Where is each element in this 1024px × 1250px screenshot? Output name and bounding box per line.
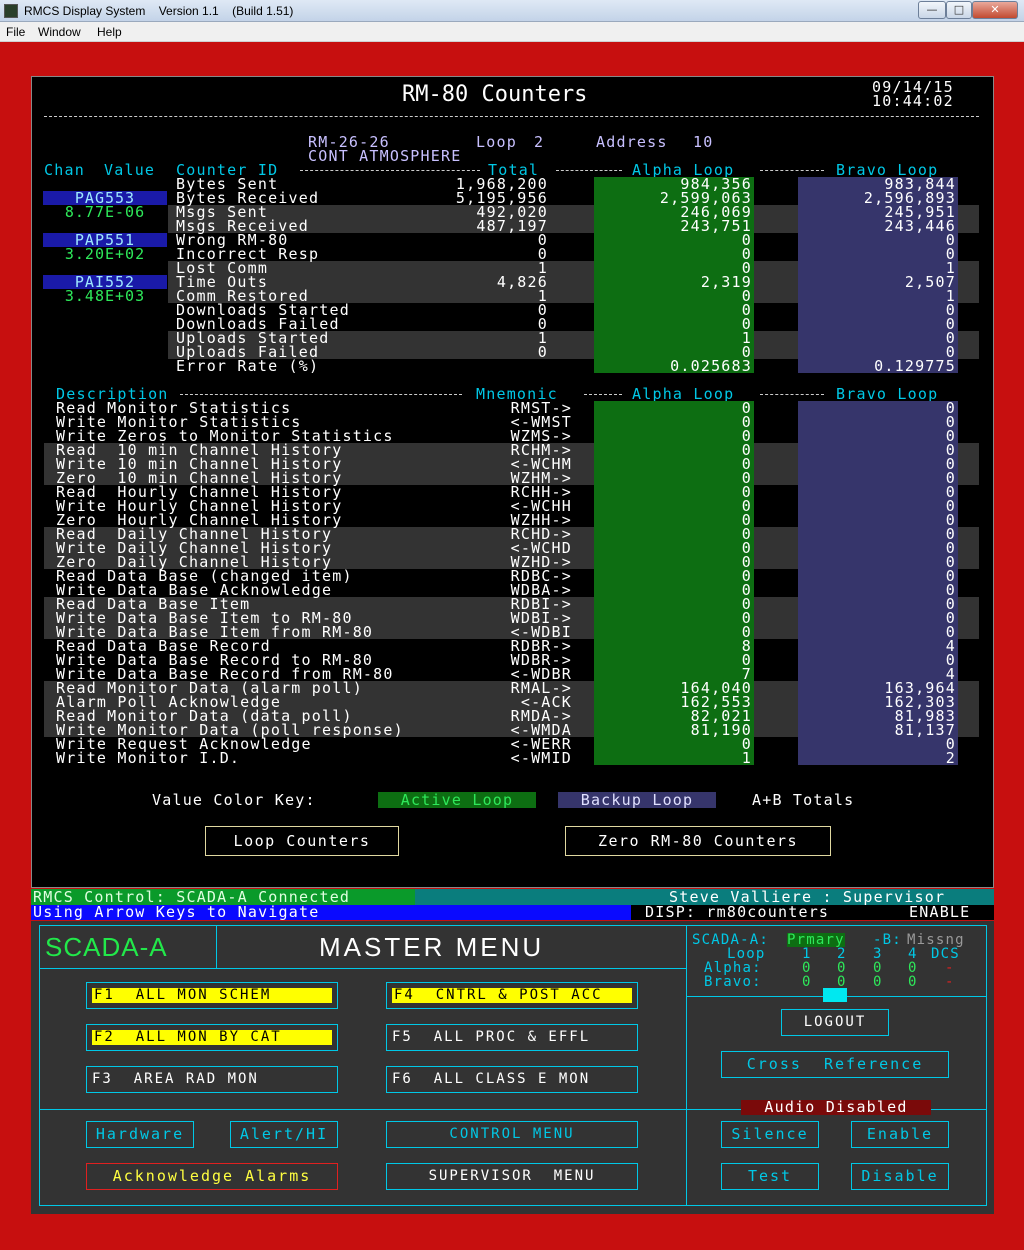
f1-all-mon-schem-button[interactable]: F1 ALL MON SCHEM <box>86 982 338 1009</box>
f5-all-proc-effl-button[interactable]: F5 ALL PROC & EFFL <box>386 1024 638 1051</box>
page-title: RM-80 Counters <box>402 82 588 107</box>
maximize-icon[interactable]: □ <box>946 1 972 19</box>
status-bar-nav: Using Arrow Keys to Navigate DISP: rm80c… <box>31 905 994 920</box>
alpha-loop-val: 0 <box>873 960 883 976</box>
menu-file[interactable]: File <box>6 25 25 39</box>
bravo-loop-val: 0 <box>837 974 847 990</box>
window-titlebar: RMCS Display System Version 1.1 (Build 1… <box>0 0 1024 22</box>
channel-value: 8.77E-06 <box>64 203 146 221</box>
f2-label: F2 ALL MON BY CAT <box>92 1030 332 1045</box>
f1-label: F1 ALL MON SCHEM <box>92 988 332 1003</box>
menu-help[interactable]: Help <box>97 25 122 39</box>
alpha-loop-val: - <box>945 960 955 976</box>
loop-value: 2 <box>534 133 545 151</box>
chan-header: Chan <box>44 161 85 179</box>
loop-num: 4 <box>908 946 918 962</box>
minimize-icon[interactable]: — <box>918 1 946 19</box>
menu-window[interactable]: Window <box>38 25 81 39</box>
color-key-label: Value Color Key: <box>152 791 316 809</box>
test-button[interactable]: Test <box>721 1163 819 1190</box>
device-description: CONT ATMOSPHERE <box>308 147 462 165</box>
address-label: Address <box>596 133 668 151</box>
nav-hint: Using Arrow Keys to Navigate <box>33 903 320 921</box>
loop-num: DCS <box>931 946 960 962</box>
bravo-row-label: Bravo: <box>704 974 762 990</box>
logout-button[interactable]: LOGOUT <box>781 1009 889 1036</box>
alpha-loop-val: 0 <box>908 960 918 976</box>
scada-a-label: SCADA-A: <box>692 932 770 948</box>
divider <box>180 394 462 395</box>
control-status: RMCS Control: SCADA-A Connected <box>33 888 351 906</box>
scada-label: SCADA-A <box>45 932 168 962</box>
bravo-loop-val: - <box>945 974 955 990</box>
menubar: File Window Help <box>0 22 1024 42</box>
user-status: Steve Valliere : Supervisor <box>669 888 946 906</box>
alpha-loop-val: 0 <box>802 960 812 976</box>
f6-all-class-e-mon-button[interactable]: F6 ALL CLASS E MON <box>386 1066 638 1093</box>
divider <box>300 170 480 171</box>
scada-a-state: Prmary <box>787 932 845 948</box>
loop-num: 2 <box>837 946 847 962</box>
divider <box>760 394 824 395</box>
f4-cntrl-post-acc-button[interactable]: F4 CNTRL & POST ACC <box>386 982 638 1009</box>
bravo-loop-val: 0 <box>873 974 883 990</box>
backup-loop-key: Backup Loop <box>558 792 716 808</box>
alpha-header-2: Alpha Loop <box>632 385 735 403</box>
counter-alpha: 0.025683 <box>670 357 752 375</box>
time-display: 10:44:02 <box>872 92 954 110</box>
master-menu-title: MASTER MENU <box>319 932 545 962</box>
control-menu-button[interactable]: CONTROL MENU <box>386 1121 638 1148</box>
bravo-header-2: Bravo Loop <box>836 385 939 403</box>
app-icon <box>4 4 18 18</box>
header-divider <box>44 116 979 117</box>
f4-label: F4 CNTRL & POST ACC <box>392 988 632 1003</box>
command-mnemonic: <-WMID <box>510 749 572 767</box>
scada-b-label: -B: <box>873 932 902 948</box>
divider <box>556 170 622 171</box>
command-alpha: 1 <box>741 749 752 767</box>
totals-key: A+B Totals <box>752 791 855 809</box>
command-description: Write Monitor I.D. <box>56 749 241 767</box>
close-icon[interactable]: ✕ <box>972 1 1018 19</box>
mode-status: ENABLE <box>909 903 971 921</box>
alert-hi-button[interactable]: Alert/HI <box>230 1121 338 1148</box>
alpha-loop-val: 0 <box>837 960 847 976</box>
bravo-loop-val: 0 <box>802 974 812 990</box>
loop-row-label: Loop <box>727 946 766 962</box>
f3-area-rad-mon-button[interactable]: F3 AREA RAD MON <box>86 1066 338 1093</box>
display-name: DISP: rm80counters <box>645 903 830 921</box>
master-menu: SCADA-A MASTER MENU SCADA-A: Prmary -B: … <box>31 921 994 1214</box>
window-title: RMCS Display System Version 1.1 (Build 1… <box>24 4 294 18</box>
channel-value: 3.48E+03 <box>64 287 146 305</box>
loop-counters-button[interactable]: Loop Counters <box>205 826 399 856</box>
hardware-button[interactable]: Hardware <box>86 1121 194 1148</box>
address-value: 10 <box>693 133 714 151</box>
loop-label: Loop <box>476 133 517 151</box>
loop-num: 1 <box>802 946 812 962</box>
silence-button[interactable]: Silence <box>721 1121 819 1148</box>
scada-b-state: Missng <box>907 932 965 948</box>
loop-num: 3 <box>873 946 883 962</box>
counter-total: 0 <box>537 343 548 361</box>
f2-all-mon-by-cat-button[interactable]: F2 ALL MON BY CAT <box>86 1024 338 1051</box>
active-loop-key: Active Loop <box>378 792 536 808</box>
alpha-row-label: Alpha: <box>704 960 762 976</box>
enable-button[interactable]: Enable <box>851 1121 949 1148</box>
zero-rm80-counters-button[interactable]: Zero RM-80 Counters <box>565 826 831 856</box>
heartbeat-indicator <box>823 988 847 1002</box>
counter-bravo: 0.129775 <box>874 357 956 375</box>
acknowledge-alarms-button[interactable]: Acknowledge Alarms <box>86 1163 338 1190</box>
bravo-loop-val: 0 <box>908 974 918 990</box>
supervisor-menu-button[interactable]: SUPERVISOR MENU <box>386 1163 638 1190</box>
counter-label: Error Rate (%) <box>176 357 320 375</box>
divider <box>760 170 824 171</box>
divider <box>584 394 622 395</box>
disable-button[interactable]: Disable <box>851 1163 949 1190</box>
cross-reference-button[interactable]: Cross Reference <box>721 1051 949 1078</box>
channel-value: 3.20E+02 <box>64 245 146 263</box>
audio-status-badge: Audio Disabled <box>741 1100 931 1115</box>
value-header: Value <box>104 161 156 179</box>
command-bravo: 2 <box>945 749 956 767</box>
